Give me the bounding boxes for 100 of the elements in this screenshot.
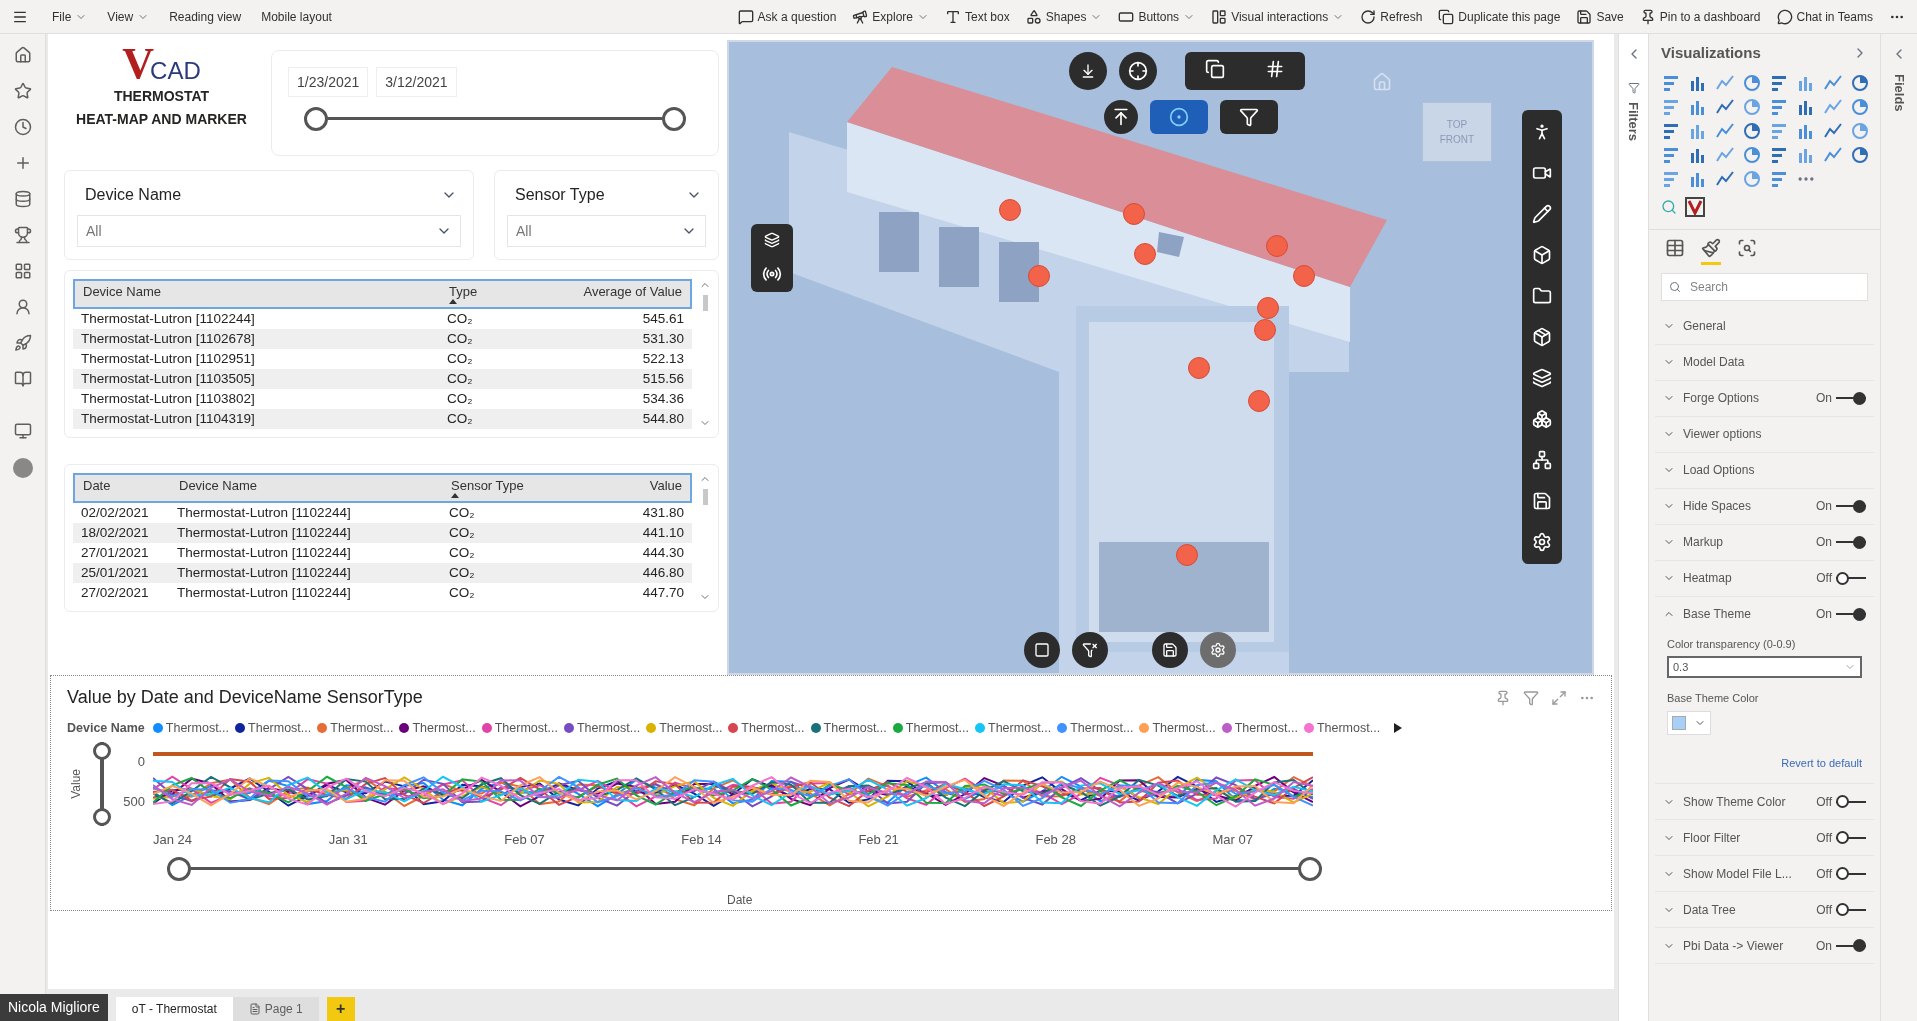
trophy-icon[interactable]	[13, 226, 32, 244]
page-tab[interactable]: oT - Thermostat	[115, 997, 233, 1021]
toolbar-button[interactable]: Buttons	[1118, 7, 1196, 26]
toggle-switch[interactable]	[1836, 794, 1866, 809]
slider-thumb[interactable]	[93, 741, 111, 760]
layers-icon[interactable]	[764, 232, 780, 248]
range-slider[interactable]	[304, 107, 686, 131]
toolbar-button[interactable]: Visual interactions	[1211, 7, 1345, 26]
toggle-switch[interactable]	[1836, 830, 1866, 845]
chart-type-icon[interactable]	[1742, 72, 1762, 93]
section-header[interactable]: Viewer options	[1663, 425, 1866, 443]
section-header[interactable]: Show Theme Color	[1663, 792, 1817, 811]
toolbar-button[interactable]: Duplicate this page	[1438, 7, 1561, 26]
legend-label[interactable]: Thermost...	[248, 719, 312, 738]
column-header[interactable]: Type	[445, 284, 515, 299]
slider-thumb[interactable]	[304, 107, 328, 131]
date-field[interactable]: 1/23/2021	[288, 67, 369, 97]
scrollbar-thumb[interactable]	[702, 489, 708, 505]
hierarchy-icon[interactable]	[1532, 450, 1552, 470]
section-header[interactable]: Load Options	[1663, 461, 1866, 479]
toggle-switch[interactable]	[1836, 607, 1866, 621]
legend-label[interactable]: Thermost...	[576, 719, 641, 738]
layers-icon[interactable]	[1532, 368, 1552, 388]
toolbar-button[interactable]: Chat in Teams	[1776, 7, 1873, 26]
toggle-switch[interactable]	[1836, 535, 1866, 549]
pin-icon[interactable]	[1495, 689, 1511, 706]
legend-label[interactable]: Thermost...	[1070, 719, 1134, 738]
section-header[interactable]: Model Data	[1663, 353, 1866, 371]
custom-visual-icon[interactable]	[1685, 196, 1705, 217]
slider-thumb[interactable]	[1298, 857, 1322, 882]
revert-link[interactable]: Revert to default	[1781, 754, 1862, 771]
tool-button[interactable]	[1119, 52, 1157, 90]
toolbar-button[interactable]: Explore	[852, 7, 929, 26]
broadcast-icon[interactable]	[762, 264, 782, 284]
menu-item[interactable]: Mobile layout	[261, 7, 332, 26]
add-page-button[interactable]: +	[326, 997, 355, 1021]
toggle-switch[interactable]	[1836, 499, 1866, 513]
clock-icon[interactable]	[13, 118, 32, 136]
column-header[interactable]: Average of Value	[579, 284, 686, 299]
chart-type-icon[interactable]	[1850, 96, 1870, 117]
tool-button[interactable]	[1220, 100, 1278, 134]
tool-button[interactable]	[1069, 52, 1107, 90]
dropdown-field[interactable]: 0.3	[1667, 656, 1862, 678]
rocket-icon[interactable]	[13, 334, 32, 352]
fields-strip[interactable]: Fields	[1880, 34, 1917, 1021]
slider-thumb[interactable]	[662, 107, 686, 131]
toolbar-button[interactable]: Save	[1576, 7, 1624, 26]
filters-strip[interactable]: Filters	[1618, 34, 1648, 1021]
section-header[interactable]: Base Theme	[1663, 605, 1816, 623]
expand-icon[interactable]	[1551, 689, 1567, 706]
menu-item[interactable]: View	[107, 7, 150, 26]
legend-label[interactable]: Thermost...	[905, 719, 969, 738]
toolbar-button[interactable]: Pin to a dashboard	[1639, 7, 1761, 26]
section-header[interactable]: Forge Options	[1663, 389, 1816, 407]
nodes-icon[interactable]	[1532, 409, 1552, 429]
chart-type-icon[interactable]	[1742, 144, 1762, 165]
section-header[interactable]: Heatmap	[1663, 569, 1817, 587]
column-header[interactable]: Date	[79, 478, 175, 493]
cube-icon[interactable]	[1532, 245, 1552, 265]
slider-thumb[interactable]	[167, 857, 191, 882]
section-header[interactable]: Floor Filter	[1663, 828, 1817, 847]
section-header[interactable]: Show Model File L...	[1663, 864, 1817, 883]
folder-icon[interactable]	[1532, 286, 1552, 306]
color-picker[interactable]	[1667, 710, 1711, 735]
legend-label[interactable]: Thermost...	[412, 719, 476, 738]
tool-button[interactable]	[1104, 100, 1138, 134]
page-tab[interactable]: Page 1	[232, 997, 319, 1021]
pane-tab[interactable]	[1701, 237, 1721, 265]
tool-button[interactable]	[1024, 632, 1060, 668]
chart-type-icon[interactable]	[1742, 120, 1762, 141]
database-icon[interactable]	[13, 190, 32, 208]
section-header[interactable]: Hide Spaces	[1663, 497, 1816, 515]
legend-label[interactable]: Thermost...	[823, 719, 887, 738]
legend-label[interactable]: Thermost...	[165, 719, 230, 738]
toggle-switch[interactable]	[1836, 902, 1866, 917]
legend-label[interactable]: Thermost...	[1152, 719, 1216, 738]
menu-item[interactable]: Reading view	[169, 7, 242, 26]
legend-label[interactable]: Thermost...	[659, 719, 723, 738]
column-header[interactable]: Value	[645, 478, 686, 493]
toggle-switch[interactable]	[1836, 571, 1866, 585]
legend-label[interactable]: Thermost...	[494, 719, 558, 738]
book-icon[interactable]	[13, 370, 32, 388]
home-icon[interactable]	[13, 46, 32, 64]
save-icon[interactable]	[1532, 491, 1552, 511]
next-arrow-icon[interactable]	[1394, 723, 1403, 734]
legend-label[interactable]: Thermost...	[330, 719, 394, 738]
menu-item[interactable]: File	[52, 7, 88, 26]
chart-type-icon[interactable]	[1850, 144, 1870, 165]
toolbar-button[interactable]: Refresh	[1360, 7, 1423, 26]
column-header[interactable]: Sensor Type	[447, 478, 577, 493]
chart-type-icon[interactable]	[1850, 72, 1870, 93]
toggle-switch[interactable]	[1836, 391, 1866, 405]
legend-label[interactable]: Thermost...	[988, 719, 1052, 738]
section-header[interactable]: Data Tree	[1663, 900, 1817, 919]
toolbar-button[interactable]: Ask a question	[737, 7, 837, 26]
search-icon[interactable]	[1661, 198, 1677, 215]
date-field[interactable]: 3/12/2021	[376, 67, 457, 97]
section-header[interactable]: Pbi Data -> Viewer	[1663, 936, 1816, 955]
star-icon[interactable]	[13, 82, 32, 100]
toolbar-button[interactable]: Shapes	[1025, 7, 1103, 26]
